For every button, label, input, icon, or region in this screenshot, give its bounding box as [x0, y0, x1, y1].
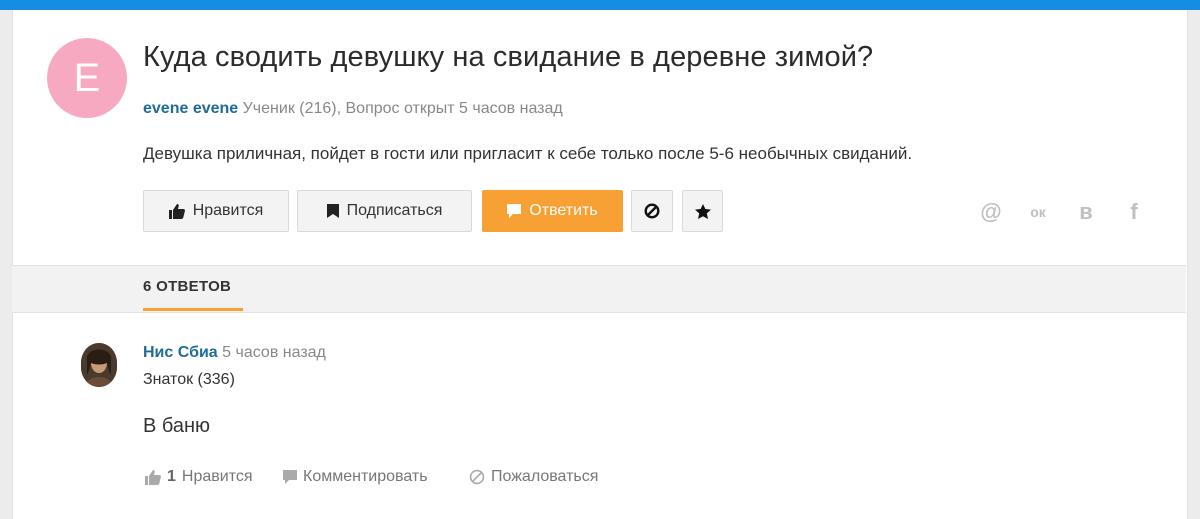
share-ok-icon[interactable]: ок	[1026, 200, 1050, 224]
comment-icon	[507, 204, 522, 218]
author-link[interactable]: evene evene	[143, 100, 238, 117]
tab-answers[interactable]: 6 ОТВЕТОВ	[143, 278, 231, 295]
question-description: Девушка приличная, пойдет в гости или пр…	[143, 144, 913, 163]
block-icon	[469, 469, 485, 485]
answer-report-button[interactable]: Пожаловаться	[469, 468, 598, 486]
star-icon	[694, 203, 711, 219]
answer-author-line: Нис Сбиа 5 часов назад	[143, 344, 326, 362]
answer-report-label: Пожаловаться	[491, 468, 599, 485]
block-icon	[644, 203, 660, 219]
answer-label: Ответить	[529, 202, 598, 219]
answer-author-link[interactable]: Нис Сбиа	[143, 344, 218, 361]
author-avatar[interactable]: E	[47, 38, 127, 118]
like-button[interactable]: Нравится	[143, 190, 289, 232]
share-mail-icon[interactable]: @	[979, 200, 1003, 224]
subscribe-label: Подписаться	[346, 202, 443, 219]
author-meta: Ученик (216), Вопрос открыт 5 часов наза…	[242, 100, 563, 117]
like-label: Нравится	[192, 202, 264, 219]
tab-active-indicator	[143, 308, 243, 311]
bookmark-icon	[326, 204, 339, 218]
question-title: Куда сводить девушку на свидание в дерев…	[143, 41, 874, 73]
favorite-button[interactable]	[682, 190, 723, 232]
answer-time: 5 часов назад	[222, 344, 326, 361]
share-facebook-icon[interactable]: f	[1122, 200, 1146, 224]
answer-button[interactable]: Ответить	[482, 190, 623, 232]
answer-like-count: 1	[167, 468, 176, 485]
share-vk-icon[interactable]: в	[1074, 200, 1098, 224]
report-button[interactable]	[631, 190, 673, 232]
top-bar	[0, 0, 1200, 10]
answer-like-button[interactable]: 1 Нравится	[145, 468, 253, 486]
answer-text: В баню	[143, 415, 211, 437]
answer-author-rank: Знаток (336)	[143, 371, 235, 388]
subscribe-button[interactable]: Подписаться	[297, 190, 472, 232]
answer-like-label: Нравится	[181, 468, 253, 485]
answer-author-avatar[interactable]	[81, 343, 117, 387]
answer-comment-button[interactable]: Комментировать	[283, 468, 428, 486]
thumbs-up-icon	[145, 469, 161, 485]
thumbs-up-icon	[168, 203, 185, 219]
comment-icon	[283, 470, 297, 484]
answer-comment-label: Комментировать	[303, 468, 428, 485]
question-meta: evene evene Ученик (216), Вопрос открыт …	[143, 100, 563, 118]
